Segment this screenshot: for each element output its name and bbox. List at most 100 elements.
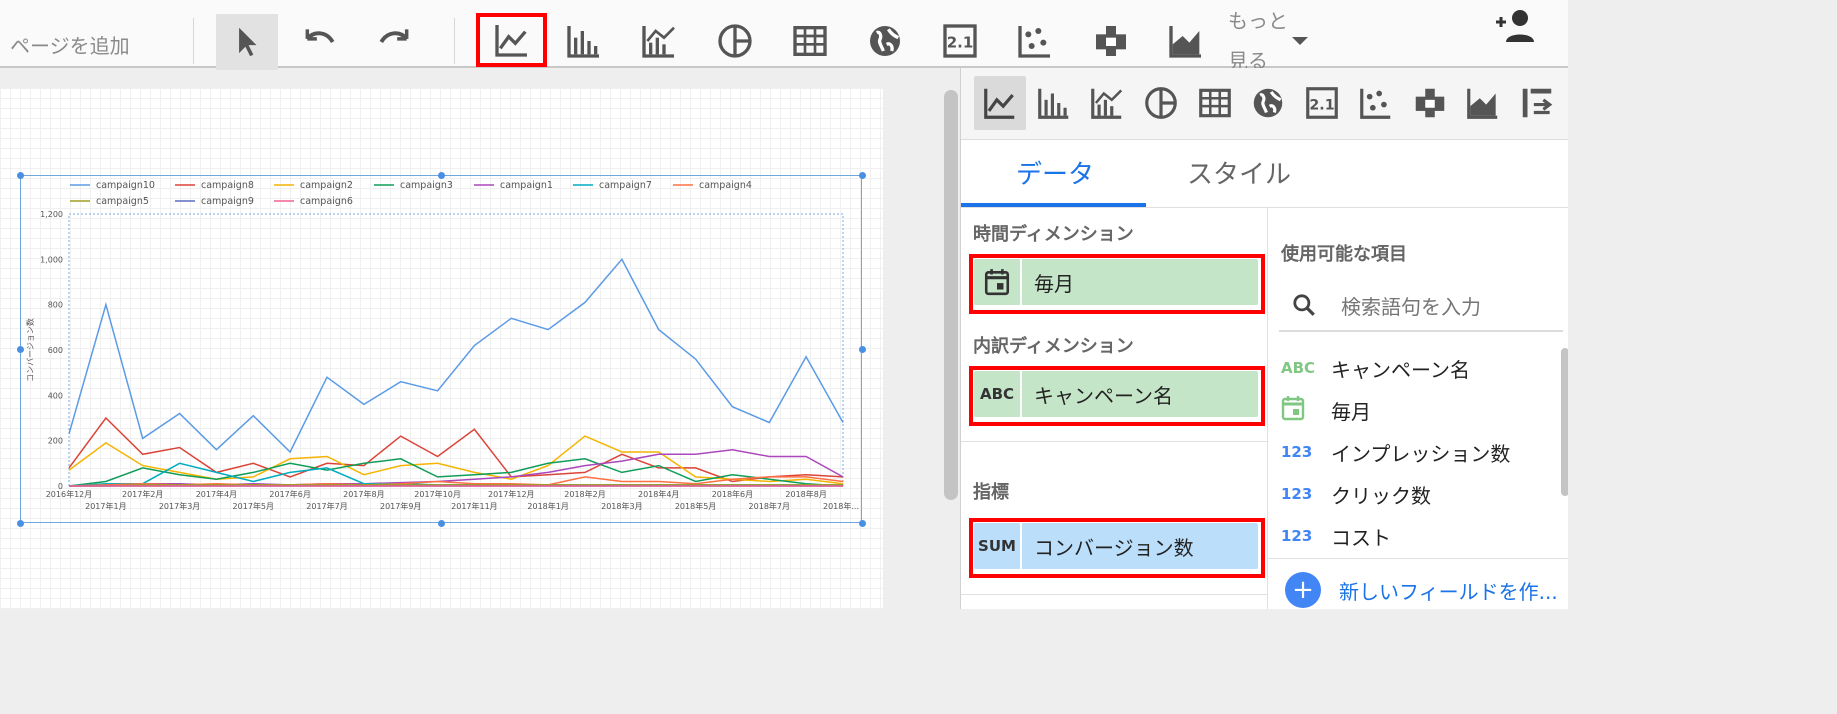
field-item-label: インプレッション数 xyxy=(1331,441,1511,466)
panel-scorecard-button[interactable]: 2.1 xyxy=(1296,76,1348,130)
scatter-chart-icon xyxy=(1360,88,1391,119)
panel-sort-button[interactable] xyxy=(1511,76,1563,130)
time-dimension-chip[interactable]: 毎月 xyxy=(969,254,1265,314)
create-field-label: 新しいフィールドを作... xyxy=(1339,579,1558,604)
x-tick-label: 2017年7月 xyxy=(306,501,347,511)
breakdown-dimension-value: キャンペーン名 xyxy=(1034,383,1173,408)
calendar-icon xyxy=(1281,395,1331,425)
scorecard-button[interactable]: 2.1 xyxy=(927,14,993,68)
x-tick-label: 2017年12月 xyxy=(488,489,535,499)
properties-panel: 2.1 データ スタイル 時間ディメンション 毎月 内訳ディメンション ABC … xyxy=(960,68,1568,609)
panel-geo-map-button[interactable] xyxy=(1242,76,1294,130)
bar-chart-icon xyxy=(1038,88,1069,119)
y-tick-label: 200 xyxy=(48,437,63,446)
svg-text:2.1: 2.1 xyxy=(1309,97,1334,113)
x-tick-label: 2017年8月 xyxy=(343,489,384,499)
legend-entry: campaign5 xyxy=(96,196,149,207)
metric-chip[interactable]: SUM コンバージョン数 xyxy=(969,518,1265,578)
available-fields-label: 使用可能な項目 xyxy=(1281,244,1407,265)
field-item-label: クリック数 xyxy=(1331,483,1431,508)
breakdown-dimension-label: 内訳ディメンション xyxy=(973,336,1134,357)
svg-text:2.1: 2.1 xyxy=(947,34,974,52)
time-dimension-label: 時間ディメンション xyxy=(973,224,1134,245)
panel-bar-chart-button[interactable] xyxy=(1028,76,1080,130)
field-item-campaign-name[interactable]: ABC キャンペーン名 xyxy=(1281,351,1470,385)
pivot-table-icon xyxy=(1415,88,1445,118)
scatter-chart-icon xyxy=(1018,26,1050,58)
fields-scrollbar[interactable] xyxy=(1561,348,1568,496)
pivot-table-button[interactable] xyxy=(1078,14,1144,68)
x-tick-label: 2018年5月 xyxy=(675,501,716,511)
pivot-table-icon xyxy=(1096,26,1126,56)
plot-area xyxy=(68,213,844,487)
y-axis-label: コンバージョン数 xyxy=(25,318,35,382)
chevron-down-icon[interactable] xyxy=(1291,36,1309,46)
search-icon xyxy=(1293,294,1315,316)
add-user-icon[interactable] xyxy=(1490,6,1540,46)
field-item-impressions[interactable]: 123 インプレッション数 xyxy=(1281,435,1510,469)
legend-entry: campaign9 xyxy=(201,196,254,207)
field-item-month[interactable]: 毎月 xyxy=(1281,393,1371,427)
x-tick-label: 2017年1月 xyxy=(85,501,126,511)
scatter-chart-button[interactable] xyxy=(1002,14,1068,68)
geo-map-icon xyxy=(1253,88,1283,118)
legend-entry: campaign2 xyxy=(300,180,353,191)
x-tick-label: 2017年9月 xyxy=(380,501,421,511)
metric-label: 指標 xyxy=(973,482,1009,503)
x-tick-label: 2018年4月 xyxy=(638,489,679,499)
calendar-icon xyxy=(974,259,1022,305)
field-search-input[interactable] xyxy=(1341,290,1561,324)
legend-entry: campaign1 xyxy=(500,180,553,191)
area-chart-button[interactable] xyxy=(1153,14,1219,68)
create-field-button[interactable]: + 新しいフィールドを作... xyxy=(1285,572,1558,608)
x-tick-label: 2017年5月 xyxy=(233,501,274,511)
column-divider xyxy=(1267,208,1268,609)
legend-entry: campaign3 xyxy=(400,180,453,191)
panel-scatter-chart-button[interactable] xyxy=(1350,76,1402,130)
field-item-clicks[interactable]: 123 クリック数 xyxy=(1281,477,1431,511)
tab-data[interactable]: データ xyxy=(1016,154,1094,191)
tab-style[interactable]: スタイル xyxy=(1187,154,1291,191)
time-series-icon xyxy=(984,88,1015,119)
time-dimension-value: 毎月 xyxy=(1034,271,1074,296)
breakdown-dimension-chip[interactable]: ABC キャンペーン名 xyxy=(969,366,1265,426)
panel-area-chart-button[interactable] xyxy=(1457,76,1509,130)
pie-chart-icon xyxy=(1145,87,1177,119)
area-chart-icon xyxy=(1467,88,1498,119)
x-tick-label: 2018年2月 xyxy=(564,489,605,499)
plus-icon: + xyxy=(1285,572,1321,608)
text-type-icon: ABC xyxy=(1281,359,1316,377)
text-type-icon: ABC xyxy=(974,371,1022,417)
scorecard-icon: 2.1 xyxy=(943,24,977,58)
y-tick-label: 400 xyxy=(48,391,63,400)
legend-entry: campaign7 xyxy=(599,180,652,191)
field-item-label: キャンペーン名 xyxy=(1331,357,1470,382)
y-tick-label: 600 xyxy=(48,346,63,355)
canvas-scrollbar[interactable] xyxy=(944,90,958,500)
number-type-icon: 123 xyxy=(1281,485,1313,503)
field-item-cost[interactable]: 123 コスト xyxy=(1281,519,1391,553)
legend-entry: campaign8 xyxy=(201,180,254,191)
x-tick-label: 2017年3月 xyxy=(159,501,200,511)
x-tick-label: 2016年12月 xyxy=(46,489,93,499)
x-tick-label: 2018年7月 xyxy=(749,501,790,511)
x-tick-label: 2018年6月 xyxy=(712,489,753,499)
y-tick-label: 1,200 xyxy=(40,210,63,219)
area-chart-icon xyxy=(1169,26,1201,58)
panel-table-button[interactable] xyxy=(1189,76,1241,130)
more-label-line1: もっと xyxy=(1228,9,1288,33)
chart-type-bar: 2.1 xyxy=(961,68,1568,140)
tab-divider xyxy=(961,207,1568,208)
scorecard-icon: 2.1 xyxy=(1306,87,1338,119)
series-line xyxy=(68,257,844,454)
field-item-label: コスト xyxy=(1331,525,1391,550)
chart-svg: 02004006008001,0001,200コンバージョン数2016年12月2… xyxy=(25,180,859,511)
combo-chart-icon xyxy=(1091,88,1123,119)
x-tick-label: 2017年4月 xyxy=(196,489,237,499)
panel-pivot-table-button[interactable] xyxy=(1404,76,1456,130)
panel-time-series-button[interactable] xyxy=(974,76,1026,130)
x-tick-label: 2017年10月 xyxy=(414,489,461,499)
section-divider xyxy=(961,594,1267,595)
panel-pie-chart-button[interactable] xyxy=(1135,76,1187,130)
panel-combo-chart-button[interactable] xyxy=(1081,76,1133,130)
